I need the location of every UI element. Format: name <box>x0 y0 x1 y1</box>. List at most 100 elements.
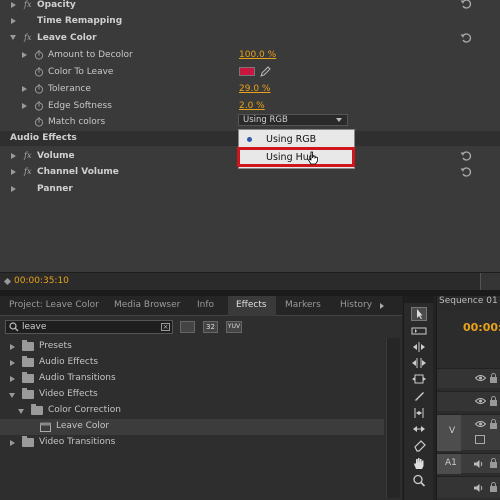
param-value-tolerance[interactable]: 29.0 % <box>239 84 270 94</box>
track-select-tool-button[interactable] <box>411 325 427 339</box>
color-swatch[interactable] <box>239 67 255 76</box>
tab-project[interactable]: Project: Leave Color <box>9 300 99 310</box>
lock-icon[interactable] <box>489 373 498 383</box>
expand-arrow-icon[interactable] <box>10 360 15 366</box>
stopwatch-icon[interactable] <box>34 84 44 94</box>
speaker-icon[interactable] <box>473 459 484 469</box>
match-colors-dropdown[interactable]: Using RGB <box>238 114 348 126</box>
playhead-icon <box>3 277 12 286</box>
reset-icon[interactable] <box>460 166 472 177</box>
rolling-edit-tool-button[interactable] <box>411 357 427 371</box>
effect-label-volume: Volume <box>37 150 75 161</box>
sequence-timecode[interactable]: 00:00:3 <box>463 321 500 334</box>
tab-media-browser[interactable]: Media Browser <box>114 300 180 310</box>
collapse-arrow-icon[interactable] <box>10 35 16 40</box>
tree-item-audio-transitions[interactable]: Audio Transitions <box>0 371 384 387</box>
tab-markers[interactable]: Markers <box>285 300 321 310</box>
param-value-amount-to-decolor[interactable]: 100.0 % <box>239 50 276 60</box>
track-label-a1: A1 <box>445 458 457 468</box>
razor-tool-button[interactable] <box>411 390 427 404</box>
effect-row-panner[interactable]: Panner <box>0 180 500 197</box>
lock-icon[interactable] <box>489 396 498 406</box>
expand-arrow-icon[interactable] <box>11 152 16 159</box>
clear-search-icon[interactable]: × <box>161 323 170 331</box>
collapse-arrow-icon[interactable] <box>18 409 24 414</box>
expand-arrow-icon[interactable] <box>10 440 15 446</box>
tree-item-video-effects[interactable]: Video Effects <box>0 387 384 403</box>
lock-icon[interactable] <box>489 419 498 429</box>
folder-icon <box>22 372 34 383</box>
32-bit-effects-button[interactable]: 32 <box>203 321 218 333</box>
expand-arrow-icon[interactable] <box>11 17 16 24</box>
expand-arrow-icon[interactable] <box>11 185 16 192</box>
tree-item-audio-effects[interactable]: Audio Effects <box>0 355 384 371</box>
rate-stretch-tool-button[interactable] <box>411 373 427 387</box>
tab-overflow-icon[interactable] <box>380 303 384 309</box>
sequence-tab-bar: Sequence 01 <box>437 296 500 310</box>
param-value-edge-softness[interactable]: 2.0 % <box>239 101 265 111</box>
stopwatch-icon[interactable] <box>34 117 44 127</box>
effect-row-time-remapping[interactable]: Time Remapping <box>0 12 500 29</box>
tree-item-leave-color[interactable]: Leave Color <box>0 419 384 435</box>
fx-icon: fx <box>24 33 32 42</box>
ripple-edit-tool-button[interactable] <box>411 341 427 355</box>
chevron-down-icon <box>336 118 342 122</box>
accelerated-effects-icon[interactable] <box>180 321 195 333</box>
expand-arrow-icon[interactable] <box>22 102 27 109</box>
collapse-arrow-icon[interactable] <box>9 393 15 398</box>
effects-panel: Project: Leave Color Media Browser Info … <box>0 296 402 500</box>
track-row-audio[interactable]: A1 <box>437 453 500 474</box>
tab-sequence-01[interactable]: Sequence 01 <box>439 296 498 310</box>
stopwatch-icon[interactable] <box>34 50 44 60</box>
tree-item-color-correction[interactable]: Color Correction <box>0 403 384 419</box>
tree-label: Leave Color <box>56 421 110 431</box>
tree-item-presets[interactable]: Presets <box>0 339 384 355</box>
tab-history[interactable]: History <box>340 300 372 310</box>
hand-tool-button[interactable] <box>411 457 427 471</box>
eyedropper-icon[interactable] <box>260 66 271 77</box>
track-row-video[interactable]: V <box>437 414 500 451</box>
timecode[interactable]: 00:00:35:10 <box>14 276 69 286</box>
param-row-amount-to-decolor: Amount to Decolor 100.0 % <box>0 46 500 63</box>
tab-effects[interactable]: Effects <box>236 300 267 310</box>
search-input[interactable]: leave × <box>5 320 173 334</box>
param-row-color-to-leave: Color To Leave <box>0 63 500 80</box>
folder-icon <box>22 436 34 447</box>
reset-icon[interactable] <box>460 0 472 9</box>
menu-item-using-rgb[interactable]: Using RGB <box>239 132 354 148</box>
eye-icon[interactable] <box>475 374 486 382</box>
track-row[interactable] <box>437 476 500 498</box>
track-row[interactable] <box>437 391 500 411</box>
folder-icon <box>22 356 34 367</box>
reset-icon[interactable] <box>460 32 472 43</box>
scrollbar[interactable] <box>480 273 500 290</box>
yuv-effects-button[interactable]: YUV <box>226 321 242 333</box>
track-row[interactable] <box>437 368 500 388</box>
slide-tool-button[interactable] <box>411 423 427 437</box>
speaker-icon[interactable] <box>473 483 484 493</box>
slip-tool-button[interactable] <box>411 407 427 421</box>
expand-arrow-icon[interactable] <box>11 1 16 8</box>
expand-arrow-icon[interactable] <box>22 85 27 92</box>
effect-row-leave-color[interactable]: fx Leave Color <box>0 29 500 46</box>
expand-arrow-icon[interactable] <box>11 168 16 175</box>
stopwatch-icon[interactable] <box>34 67 44 77</box>
selection-tool-button[interactable] <box>411 307 427 321</box>
expand-arrow-icon[interactable] <box>10 376 15 382</box>
panel-divider[interactable] <box>0 290 500 296</box>
reset-icon[interactable] <box>460 150 472 161</box>
eye-icon[interactable] <box>475 420 486 428</box>
expand-arrow-icon[interactable] <box>22 51 27 58</box>
eye-icon[interactable] <box>475 397 486 405</box>
stopwatch-icon[interactable] <box>34 101 44 111</box>
lock-icon[interactable] <box>489 458 498 468</box>
expand-arrow-icon[interactable] <box>10 344 15 350</box>
keyframe-toggle-icon[interactable] <box>475 435 485 444</box>
pen-tool-button[interactable] <box>411 440 427 454</box>
tab-info[interactable]: Info <box>197 300 214 310</box>
search-icon <box>9 322 19 332</box>
tree-item-video-transitions[interactable]: Video Transitions <box>0 435 384 451</box>
lock-icon[interactable] <box>489 482 498 492</box>
zoom-tool-button[interactable] <box>411 474 427 488</box>
scrollbar[interactable] <box>386 338 400 498</box>
